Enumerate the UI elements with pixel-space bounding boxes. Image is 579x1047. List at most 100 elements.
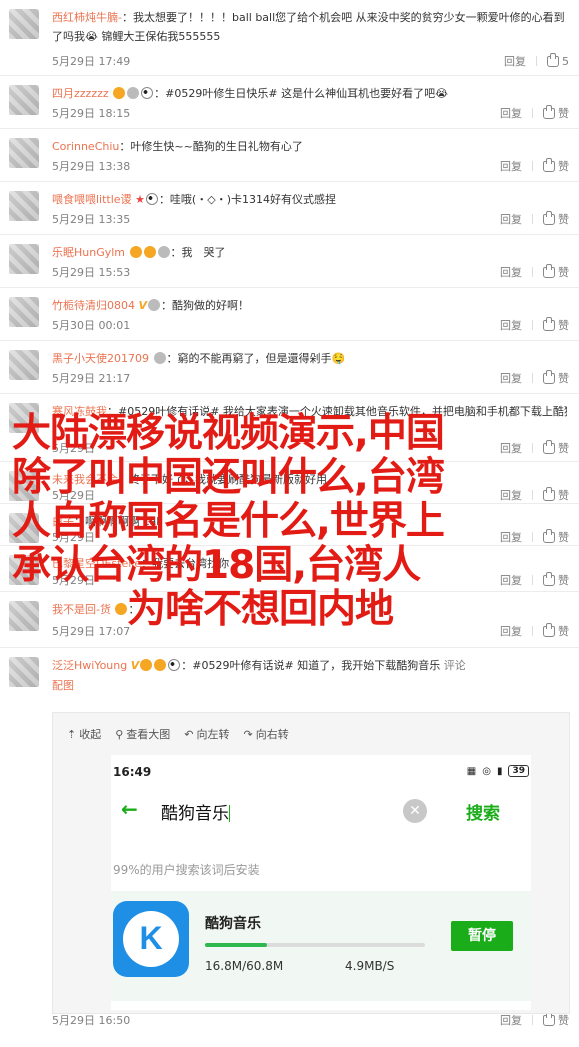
back-arrow-icon: ← — [121, 797, 138, 821]
comment-text: 喂食喂喂little谡 ★ ：哇哦(・◇・)卡1314好有仪式感捏 — [52, 190, 567, 209]
avatar[interactable] — [9, 138, 39, 168]
like-button[interactable]: 5 — [547, 52, 569, 68]
comment-item: 西红柿炖牛腩-：我太想要了！！！！ball ball您了给个机会吧 从来没中奖的… — [0, 0, 579, 76]
app-name: 酷狗音乐 — [205, 916, 261, 932]
rotate-left-button[interactable]: ↶ 向左转 — [184, 726, 229, 742]
avatar[interactable] — [9, 350, 39, 380]
like-count: 赞 — [558, 1014, 569, 1027]
like-button[interactable]: 赞 — [543, 1011, 569, 1028]
rotate-left-icon: ↶ — [184, 727, 194, 741]
comment-link[interactable]: 评论 — [444, 659, 466, 672]
username-link[interactable]: 黑子小天使201709 — [52, 352, 149, 365]
like-count: 赞 — [558, 107, 569, 120]
comment-date: 5月29日 18:15 — [52, 107, 131, 120]
comment-body: ：哇哦(・◇・)卡1314好有仪式感捏 — [158, 193, 336, 206]
vip-icon — [129, 246, 142, 258]
comment-body: ：我太想要了！！！！ball ball您了给个机会吧 从来没中奖的贫穷少女一颗爱… — [52, 11, 565, 43]
medal-icon — [153, 352, 166, 364]
comment-text: 四月zzzzzz ：#0529叶修生日快乐# 这是什么神仙耳机也要好看了吧😭 — [52, 84, 567, 103]
comment-item: 乐眠HunGylm ：我 哭了 5月29日 15:53 回复 赞 — [0, 235, 579, 288]
image-attachment: ⇡ 收起 ⚲ 查看大图 ↶ 向左转 ↷ 向右转 16:49 ▦ ◎ ▮ 39 ← 酷狗音… — [52, 712, 570, 1014]
divider — [532, 108, 533, 118]
avatar[interactable] — [9, 85, 39, 115]
panda-icon — [168, 659, 181, 671]
like-count: 赞 — [558, 213, 569, 226]
like-button[interactable]: 赞 — [543, 157, 569, 174]
medal-icon — [143, 246, 156, 258]
like-count: 5 — [562, 54, 569, 68]
verified-icon: V — [138, 299, 148, 312]
username-link[interactable]: 泛泛HwiYoung — [52, 659, 127, 672]
comment-date: 5月29日 15:53 — [52, 266, 131, 279]
comment-actions: 回复 赞 — [500, 104, 569, 121]
reply-button[interactable]: 回复 — [500, 264, 522, 280]
text-caret — [229, 805, 230, 822]
thumbs-up-icon — [547, 52, 559, 67]
reply-button[interactable]: 回复 — [504, 53, 526, 69]
search-bar: ← 酷狗音乐 ✕ 搜索 — [111, 793, 531, 833]
comment-date: 5月29日 17:49 — [52, 55, 131, 68]
medal-icon — [157, 246, 170, 258]
divider — [532, 161, 533, 171]
download-speed: 4.9MB/S — [345, 959, 395, 973]
search-button: 搜索 — [466, 804, 500, 824]
app-download-card: K 酷狗音乐 16.8M/60.8M 4.9MB/S 暂停 — [111, 891, 531, 1001]
comment-body: ：窮的不能再窮了，但是還得剁手🤤 — [166, 352, 346, 365]
image-link[interactable]: 配图 — [52, 677, 74, 693]
divider — [536, 56, 537, 66]
rotate-left-label: 向左转 — [196, 728, 230, 741]
username-link[interactable]: 竹栀待清归0804 — [52, 299, 135, 312]
reply-button[interactable]: 回复 — [500, 317, 522, 333]
reply-button[interactable]: 回复 — [500, 105, 522, 121]
comment-body: ：酷狗做的好啊！ — [161, 299, 250, 312]
reply-button[interactable]: 回复 — [500, 158, 522, 174]
search-input: 酷狗音乐 — [161, 799, 230, 824]
collapse-button[interactable]: ⇡ 收起 — [67, 726, 101, 742]
avatar[interactable] — [9, 657, 39, 687]
username-link[interactable]: 四月zzzzzz — [52, 87, 109, 100]
view-large-button[interactable]: ⚲ 查看大图 — [115, 726, 170, 742]
download-progress — [205, 943, 425, 947]
avatar[interactable] — [9, 9, 39, 39]
like-button[interactable]: 赞 — [543, 316, 569, 333]
divider — [532, 1015, 533, 1025]
username-link[interactable]: 喂食喂喂little谡 — [52, 193, 132, 206]
kugou-app-icon: K — [113, 901, 189, 977]
search-value: 酷狗音乐 — [161, 804, 229, 824]
phone-screenshot[interactable]: 16:49 ▦ ◎ ▮ 39 ← 酷狗音乐 ✕ 搜索 99%的用户搜索该词后安装… — [111, 755, 531, 1010]
like-button[interactable]: 赞 — [543, 104, 569, 121]
comment-text: 乐眠HunGylm ：我 哭了 — [52, 243, 567, 262]
avatar[interactable] — [9, 244, 39, 274]
like-button[interactable]: 赞 — [543, 210, 569, 227]
username-link[interactable]: CorinneChiu — [52, 140, 119, 153]
collapse-icon: ⇡ — [67, 727, 77, 741]
status-icons: ▦ ◎ ▮ 39 — [467, 765, 529, 777]
app-icon-letter: K — [139, 920, 163, 956]
avatar[interactable] — [9, 191, 39, 221]
panda-icon — [145, 193, 158, 205]
overlay-line: 为啥不想回内地 — [127, 587, 394, 632]
like-button[interactable]: 赞 — [543, 263, 569, 280]
view-large-label: 查看大图 — [126, 728, 171, 741]
reply-button[interactable]: 回复 — [500, 370, 522, 386]
reply-button[interactable]: 回复 — [500, 1012, 522, 1028]
panda-icon — [141, 87, 154, 99]
rotate-right-icon: ↷ — [243, 727, 253, 741]
download-size: 16.8M/60.8M — [205, 959, 284, 973]
comment-date: 5月29日 21:17 — [52, 372, 131, 385]
divider — [532, 267, 533, 277]
like-button[interactable]: 赞 — [543, 369, 569, 386]
avatar[interactable] — [9, 297, 39, 327]
like-count: 赞 — [558, 319, 569, 332]
comment-actions: 回复 赞 — [500, 263, 569, 280]
reply-button[interactable]: 回复 — [500, 211, 522, 227]
rotate-right-button[interactable]: ↷ 向右转 — [244, 726, 289, 742]
comment-item: 竹栀待清归0804 V ：酷狗做的好啊！ 5月30日 00:01 回复 赞 — [0, 288, 579, 341]
username-link[interactable]: 西红柿炖牛腩- — [52, 11, 122, 24]
star-icon: ★ — [135, 193, 145, 206]
signal-icon: ▮ — [496, 765, 503, 777]
comment-date: 5月30日 00:01 — [52, 319, 131, 332]
comment-actions: 回复 赞 — [500, 210, 569, 227]
overlay-line: 承认台湾的18国,台湾人 — [12, 543, 421, 588]
username-link[interactable]: 乐眠HunGylm — [52, 246, 125, 259]
